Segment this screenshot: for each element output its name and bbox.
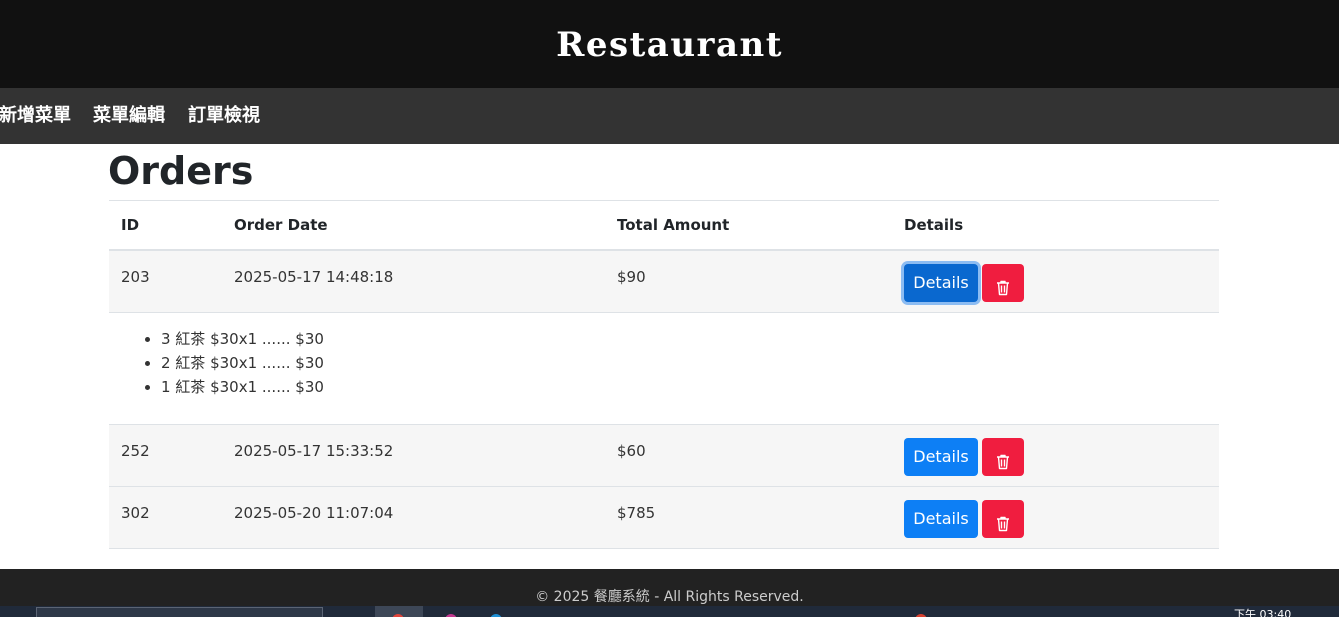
table-row: 203 2025-05-17 14:48:18 $90 Details <box>109 250 1219 313</box>
column-header-details: Details <box>892 200 1219 251</box>
column-header-id: ID <box>109 200 222 251</box>
column-header-total-amount: Total Amount <box>605 200 892 251</box>
order-total: $60 <box>605 424 892 487</box>
order-items-list: 3 紅茶 $30x1 ...... $30 2 紅茶 $30x1 ...... … <box>121 327 1207 399</box>
order-id: 302 <box>109 486 222 549</box>
order-date: 2025-05-17 14:48:18 <box>222 250 605 313</box>
nav-item-view-orders[interactable]: 訂單檢視 <box>188 88 260 144</box>
order-actions: Details <box>892 424 1219 487</box>
order-item: 2 紅茶 $30x1 ...... $30 <box>161 351 1207 375</box>
page-title: Orders <box>108 149 254 193</box>
order-actions: Details <box>892 486 1219 549</box>
table-row: 302 2025-05-20 11:07:04 $785 Details <box>109 486 1219 549</box>
trash-icon <box>997 516 1009 531</box>
nav-item-add-menu[interactable]: 新增菜單 <box>0 88 71 144</box>
details-button[interactable]: Details <box>904 499 978 538</box>
taskbar-search-box[interactable] <box>36 607 323 617</box>
order-date: 2025-05-20 11:07:04 <box>222 486 605 549</box>
os-taskbar: 下午 03:40 <box>0 606 1339 617</box>
order-date: 2025-05-17 15:33:52 <box>222 424 605 487</box>
order-total: $785 <box>605 486 892 549</box>
column-header-order-date: Order Date <box>222 200 605 251</box>
details-button[interactable]: Details <box>904 437 978 476</box>
taskbar-clock[interactable]: 下午 03:40 <box>1234 609 1291 617</box>
trash-icon <box>997 280 1009 296</box>
order-item: 3 紅茶 $30x1 ...... $30 <box>161 327 1207 351</box>
nav-item-edit-menu[interactable]: 菜單編輯 <box>93 88 165 144</box>
order-actions: Details <box>892 250 1219 313</box>
order-detail-row: 3 紅茶 $30x1 ...... $30 2 紅茶 $30x1 ...... … <box>109 312 1219 425</box>
orders-table: ID Order Date Total Amount Details 203 2… <box>109 200 1219 549</box>
trash-icon <box>997 454 1009 469</box>
delete-button[interactable] <box>982 499 1024 538</box>
site-header: Restaurant <box>0 0 1339 88</box>
order-id: 203 <box>109 250 222 313</box>
order-detail-cell: 3 紅茶 $30x1 ...... $30 2 紅茶 $30x1 ...... … <box>109 312 1219 425</box>
order-id: 252 <box>109 424 222 487</box>
delete-button[interactable] <box>982 437 1024 476</box>
details-button[interactable]: Details <box>904 264 978 302</box>
order-total: $90 <box>605 250 892 313</box>
order-item: 1 紅茶 $30x1 ...... $30 <box>161 375 1207 399</box>
footer-copyright: © 2025 餐廳系統 - All Rights Reserved. <box>535 589 804 605</box>
table-header-row: ID Order Date Total Amount Details <box>109 200 1219 251</box>
main-nav: 新增菜單 菜單編輯 訂單檢視 <box>0 88 1339 144</box>
table-row: 252 2025-05-17 15:33:52 $60 Details <box>109 424 1219 487</box>
delete-button[interactable] <box>982 264 1024 302</box>
site-title: Restaurant <box>556 25 783 65</box>
